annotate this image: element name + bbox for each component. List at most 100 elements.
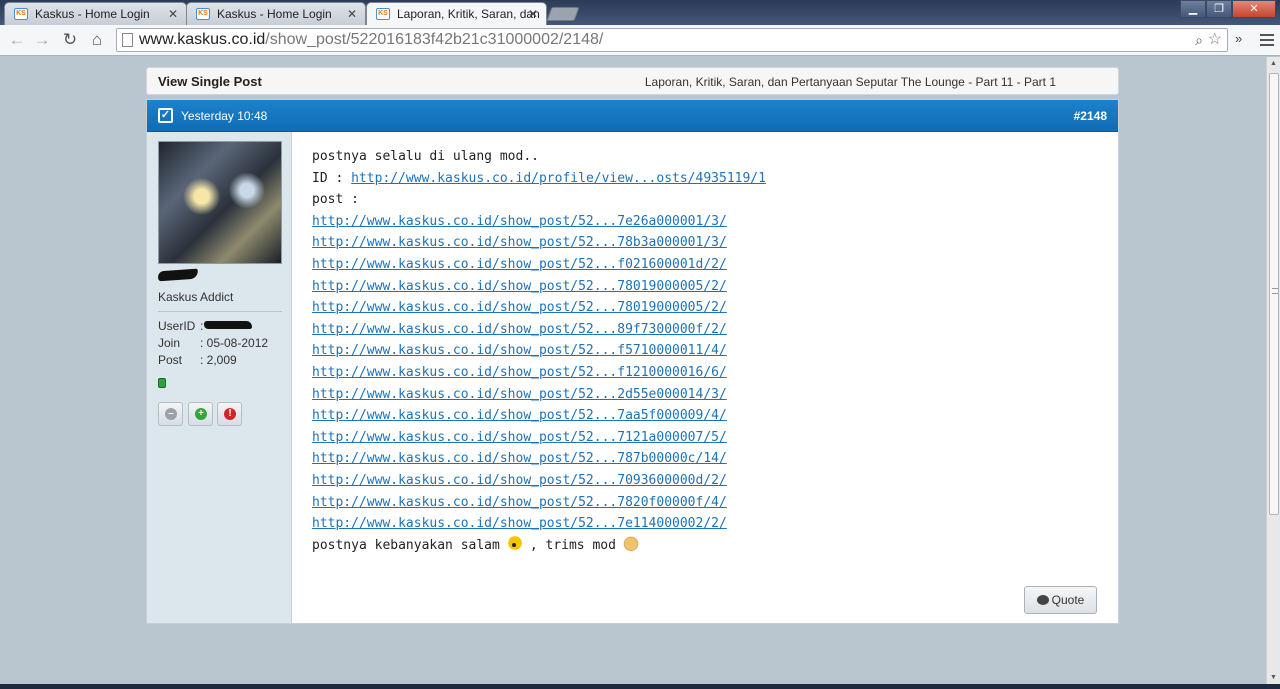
- show-post-link[interactable]: http://www.kaskus.co.id/show_post/52...7…: [312, 214, 727, 229]
- show-post-link[interactable]: http://www.kaskus.co.id/show_post/52...7…: [312, 473, 727, 488]
- id-line: ID : http://www.kaskus.co.id/profile/vie…: [312, 168, 766, 190]
- redacted-username: [157, 268, 199, 282]
- add-reputation-button[interactable]: +: [188, 402, 213, 426]
- post-link-line: http://www.kaskus.co.id/show_post/52...7…: [312, 276, 766, 298]
- salam-emoticon-icon: [505, 534, 524, 551]
- window-controls: ▁ ❐ ✕: [1180, 0, 1276, 18]
- zoom-icon[interactable]: ⌕: [1195, 29, 1203, 51]
- forward-arrow-icon[interactable]: →: [31, 29, 53, 51]
- userid-row: UserID :: [158, 319, 252, 333]
- show-post-link[interactable]: http://www.kaskus.co.id/show_post/52...f…: [312, 343, 727, 358]
- show-post-link[interactable]: http://www.kaskus.co.id/show_post/52...8…: [312, 322, 727, 337]
- extensions-chevron-icon[interactable]: »: [1235, 31, 1242, 46]
- browser-titlebar: KS Kaskus - Home Login ✕ KS Kaskus - Hom…: [0, 0, 1280, 25]
- join-label: Join: [158, 336, 181, 350]
- tab-close-icon[interactable]: ✕: [168, 3, 178, 25]
- kaskus-favicon-icon: KS: [196, 8, 210, 20]
- post-link-line: http://www.kaskus.co.id/show_post/52...7…: [312, 211, 766, 233]
- page-icon: [122, 33, 133, 47]
- post-body: postnya selalu di ulang mod.. ID : http:…: [312, 146, 766, 556]
- tab-title: Laporan, Kritik, Saran, dan: [397, 7, 540, 21]
- restore-icon[interactable]: ❐: [1206, 0, 1232, 18]
- post-link-line: http://www.kaskus.co.id/show_post/52...7…: [312, 448, 766, 470]
- os-taskbar: [0, 684, 1280, 689]
- window-close-icon[interactable]: ✕: [1232, 0, 1276, 18]
- post-link-line: http://www.kaskus.co.id/show_post/52...7…: [312, 427, 766, 449]
- closing-text-2: , trims mod: [529, 537, 616, 553]
- report-button[interactable]: !: [217, 402, 242, 426]
- chrome-menu-icon[interactable]: [1260, 34, 1274, 46]
- post-count-value: : 2,009: [200, 353, 237, 367]
- post-link-list: http://www.kaskus.co.id/show_post/52...7…: [312, 211, 766, 535]
- show-post-link[interactable]: http://www.kaskus.co.id/show_post/52...f…: [312, 365, 727, 380]
- redacted-userid: [204, 321, 252, 329]
- show-post-link[interactable]: http://www.kaskus.co.id/show_post/52...7…: [312, 300, 727, 315]
- show-post-link[interactable]: http://www.kaskus.co.id/show_post/52...7…: [312, 451, 727, 466]
- page-title: View Single Post: [158, 74, 262, 89]
- post-link-line: http://www.kaskus.co.id/show_post/52...7…: [312, 513, 766, 535]
- home-icon[interactable]: ⌂: [86, 29, 108, 51]
- view-single-post-header: View Single Post Laporan, Kritik, Saran,…: [146, 67, 1119, 95]
- author-sidebar: Kaskus Addict UserID : Join : 05-08-2012…: [147, 132, 292, 623]
- post-label-line: post :: [312, 192, 359, 208]
- plus-icon: +: [195, 408, 207, 420]
- show-post-link[interactable]: http://www.kaskus.co.id/show_post/52...7…: [312, 408, 727, 423]
- minimize-icon[interactable]: ▁: [1180, 0, 1206, 18]
- post-link-line: http://www.kaskus.co.id/show_post/52...2…: [312, 384, 766, 406]
- post-card: ✓ Yesterday 10:48 #2148 Kaskus Addict Us…: [146, 99, 1119, 624]
- thanks-emoticon-icon: [621, 534, 640, 551]
- post-text-line: postnya selalu di ulang mod..: [312, 149, 539, 164]
- show-post-link[interactable]: http://www.kaskus.co.id/show_post/52...7…: [312, 516, 727, 531]
- post-link-line: http://www.kaskus.co.id/show_post/52...f…: [312, 340, 766, 362]
- scrollbar-thumb[interactable]: [1269, 73, 1279, 515]
- url-path: /show_post/522016183f42b21c31000002/2148…: [265, 31, 604, 48]
- page-viewport: View Single Post Laporan, Kritik, Saran,…: [0, 57, 1266, 684]
- post-link-line: http://www.kaskus.co.id/show_post/52...7…: [312, 492, 766, 514]
- tab-close-icon[interactable]: ✕: [347, 3, 357, 25]
- show-post-link[interactable]: http://www.kaskus.co.id/show_post/52...7…: [312, 279, 727, 294]
- show-post-link[interactable]: http://www.kaskus.co.id/show_post/52...f…: [312, 257, 727, 272]
- divider: [158, 311, 282, 312]
- tab-close-icon[interactable]: ✕: [528, 3, 538, 25]
- post-number-link[interactable]: #2148: [1074, 109, 1107, 123]
- new-tab-button[interactable]: [546, 7, 580, 21]
- browser-tab-2[interactable]: KS Kaskus - Home Login ✕: [186, 2, 366, 25]
- post-link-line: http://www.kaskus.co.id/show_post/52...8…: [312, 319, 766, 341]
- post-link-line: http://www.kaskus.co.id/show_post/52...7…: [312, 297, 766, 319]
- back-arrow-icon[interactable]: ←: [6, 29, 28, 51]
- show-post-link[interactable]: http://www.kaskus.co.id/show_post/52...7…: [312, 235, 727, 250]
- show-post-link[interactable]: http://www.kaskus.co.id/show_post/52...7…: [312, 430, 727, 445]
- speech-bubble-icon: [1036, 595, 1049, 605]
- url-domain: www.kaskus.co.id: [139, 31, 266, 48]
- minus-reputation-button[interactable]: –: [158, 402, 183, 426]
- grip-icon: [1272, 288, 1278, 294]
- post-link-line: http://www.kaskus.co.id/show_post/52...7…: [312, 232, 766, 254]
- scroll-down-icon[interactable]: ▼: [1270, 674, 1277, 681]
- vertical-scrollbar[interactable]: ▲ ▼: [1266, 57, 1280, 684]
- tab-title: Kaskus - Home Login: [217, 7, 332, 21]
- profile-link[interactable]: http://www.kaskus.co.id/profile/view...o…: [351, 171, 766, 186]
- avatar[interactable]: [158, 141, 282, 264]
- show-post-link[interactable]: http://www.kaskus.co.id/show_post/52...7…: [312, 495, 727, 510]
- reload-icon[interactable]: ↻: [59, 29, 81, 51]
- userid-label: UserID: [158, 319, 196, 333]
- user-rank: Kaskus Addict: [158, 290, 234, 304]
- closing-text: postnya kebanyakan salam: [312, 537, 500, 553]
- post-link-line: http://www.kaskus.co.id/show_post/52...7…: [312, 405, 766, 427]
- browser-tab-1[interactable]: KS Kaskus - Home Login ✕: [4, 2, 187, 25]
- post-link-line: http://www.kaskus.co.id/show_post/52...7…: [312, 470, 766, 492]
- browser-tab-active[interactable]: KS Laporan, Kritik, Saran, dan ✕: [366, 2, 547, 25]
- kaskus-favicon-icon: KS: [376, 8, 390, 20]
- quote-button[interactable]: Quote: [1024, 586, 1097, 614]
- checkbox-icon: ✓: [158, 108, 173, 123]
- address-bar[interactable]: www.kaskus.co.id/show_post/522016183f42b…: [116, 28, 1228, 52]
- post-link-line: http://www.kaskus.co.id/show_post/52...f…: [312, 362, 766, 384]
- warning-icon: !: [224, 408, 236, 420]
- id-label: ID :: [312, 170, 352, 186]
- scroll-up-icon[interactable]: ▲: [1270, 60, 1277, 67]
- online-status-icon: [158, 378, 166, 388]
- show-post-link[interactable]: http://www.kaskus.co.id/show_post/52...2…: [312, 387, 727, 402]
- bookmark-star-icon[interactable]: ☆: [1208, 29, 1222, 51]
- thread-title-link[interactable]: Laporan, Kritik, Saran, dan Pertanyaan S…: [645, 75, 1056, 89]
- post-link-line: http://www.kaskus.co.id/show_post/52...f…: [312, 254, 766, 276]
